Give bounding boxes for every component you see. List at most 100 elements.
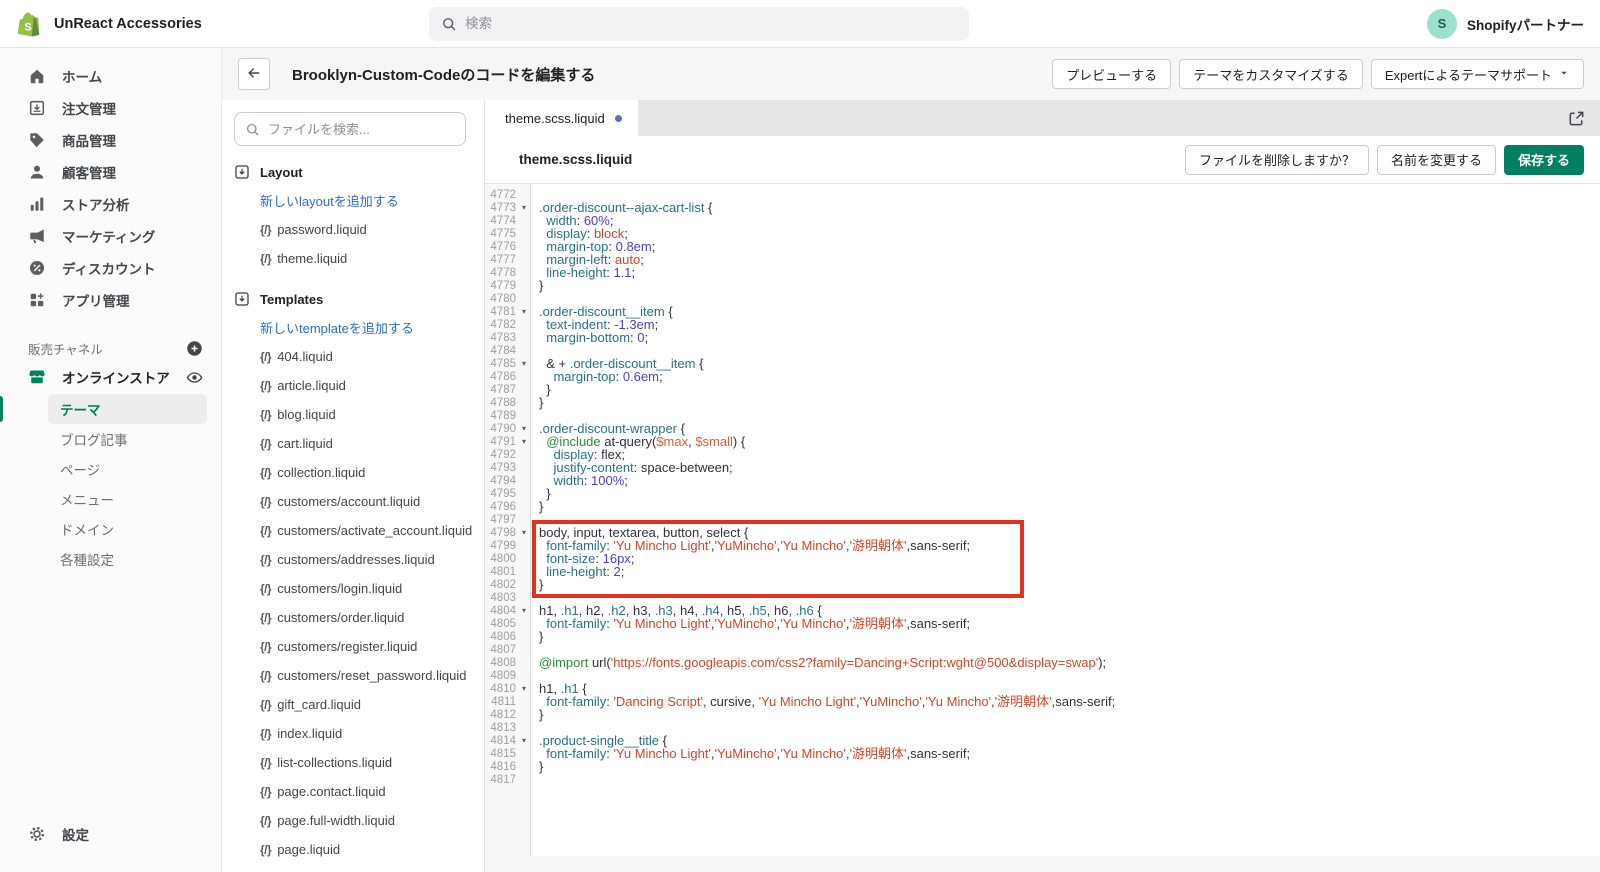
user-menu[interactable]: S Shopifyパートナー xyxy=(1427,9,1584,39)
file-search-input[interactable] xyxy=(268,122,455,137)
code-line[interactable]: } xyxy=(539,630,1600,643)
code-line[interactable]: font-family: 'Yu Mincho Light','YuMincho… xyxy=(539,617,1600,630)
file-item[interactable]: {/}blog.liquid xyxy=(260,400,484,429)
code-line[interactable] xyxy=(539,409,1600,422)
code-line[interactable] xyxy=(539,773,1600,786)
code-line[interactable]: font-family: 'Yu Mincho Light','YuMincho… xyxy=(539,539,1600,552)
file-item[interactable]: {/}customers/register.liquid xyxy=(260,632,484,661)
file-item[interactable]: {/}customers/reset_password.liquid xyxy=(260,661,484,690)
code-line[interactable] xyxy=(539,669,1600,682)
code-line[interactable]: @include at-query($max, $small) { xyxy=(539,435,1600,448)
file-item[interactable]: {/}customers/account.liquid xyxy=(260,487,484,516)
file-item[interactable]: {/}index.liquid xyxy=(260,719,484,748)
file-item[interactable]: {/}theme.liquid xyxy=(260,244,484,273)
fold-arrow[interactable]: ▾ xyxy=(518,437,530,446)
code-line[interactable]: font-family: 'Dancing Script', cursive, … xyxy=(539,695,1600,708)
file-item[interactable]: {/}page.contact.liquid xyxy=(260,777,484,806)
store-brand[interactable]: S UnReact Accessories xyxy=(16,10,429,38)
expert-support-button[interactable]: Expertによるテーマサポート xyxy=(1371,59,1584,89)
file-item[interactable]: {/}page.liquid xyxy=(260,835,484,864)
file-item[interactable]: {/}customers/activate_account.liquid xyxy=(260,516,484,545)
rename-file-button[interactable]: 名前を変更する xyxy=(1377,145,1496,175)
code-line[interactable]: @import url('https://fonts.googleapis.co… xyxy=(539,656,1600,669)
tab-theme-scss-liquid[interactable]: theme.scss.liquid xyxy=(485,100,638,136)
code-line[interactable]: } xyxy=(539,500,1600,513)
sidebar-item-discounts[interactable]: ディスカウント xyxy=(0,252,221,284)
sidebar-item-marketing[interactable]: マーケティング xyxy=(0,220,221,252)
online-store-subitem-3[interactable]: メニュー xyxy=(48,484,207,514)
file-item[interactable]: {/}gift_card.liquid xyxy=(260,690,484,719)
fold-arrow[interactable]: ▾ xyxy=(518,359,530,368)
sidebar-item-home[interactable]: ホーム xyxy=(0,60,221,92)
customize-theme-button[interactable]: テーマをカスタマイズする xyxy=(1179,59,1363,89)
fold-arrow[interactable]: ▾ xyxy=(518,203,530,212)
sidebar-item-customers[interactable]: 顧客管理 xyxy=(0,156,221,188)
sidebar-item-settings[interactable]: 設定 xyxy=(0,818,221,850)
file-item[interactable]: {/}collection.liquid xyxy=(260,458,484,487)
code-line[interactable]: margin-top: 0.8em; xyxy=(539,240,1600,253)
fold-arrow[interactable]: ▾ xyxy=(518,528,530,537)
code-line[interactable]: text-indent: -1.3em; xyxy=(539,318,1600,331)
file-item[interactable]: {/}page.full-width.liquid xyxy=(260,806,484,835)
code-line[interactable]: font-size: 16px; xyxy=(539,552,1600,565)
online-store-subitem-0[interactable]: テーマ xyxy=(48,394,207,424)
online-store-subitem-1[interactable]: ブログ記事 xyxy=(48,424,207,454)
expand-icon[interactable] xyxy=(1567,109,1586,128)
sidebar-item-apps[interactable]: アプリ管理 xyxy=(0,284,221,316)
sidebar-item-products[interactable]: 商品管理 xyxy=(0,124,221,156)
code-line[interactable]: margin-bottom: 0; xyxy=(539,331,1600,344)
fold-arrow[interactable]: ▾ xyxy=(518,684,530,693)
code-line[interactable]: } xyxy=(539,578,1600,591)
file-item[interactable]: {/}list-collections.liquid xyxy=(260,748,484,777)
code-line[interactable]: justify-content: space-between; xyxy=(539,461,1600,474)
code-line[interactable]: margin-top: 0.6em; xyxy=(539,370,1600,383)
code-content[interactable]: .order-discount--ajax-cart-list { width:… xyxy=(531,184,1600,856)
file-item[interactable]: {/}customers/order.liquid xyxy=(260,603,484,632)
code-line[interactable]: display: block; xyxy=(539,227,1600,240)
add-templates-link[interactable]: 新しいtemplateを追加する xyxy=(260,313,484,342)
code-line[interactable]: } xyxy=(539,396,1600,409)
tree-section-layout[interactable]: Layout xyxy=(234,158,484,186)
fold-arrow[interactable]: ▾ xyxy=(518,307,530,316)
code-line[interactable]: .order-discount__item { xyxy=(539,305,1600,318)
code-line[interactable]: font-family: 'Yu Mincho Light','YuMincho… xyxy=(539,747,1600,760)
file-search[interactable] xyxy=(234,112,466,146)
code-line[interactable]: } xyxy=(539,487,1600,500)
online-store-subitem-4[interactable]: ドメイン xyxy=(48,514,207,544)
code-line[interactable]: line-height: 2; xyxy=(539,565,1600,578)
code-line[interactable]: width: 60%; xyxy=(539,214,1600,227)
code-line[interactable]: } xyxy=(539,279,1600,292)
code-line[interactable] xyxy=(539,292,1600,305)
online-store-subitem-5[interactable]: 各種設定 xyxy=(48,544,207,574)
code-line[interactable]: } xyxy=(539,708,1600,721)
sidebar-item-orders[interactable]: 注文管理 xyxy=(0,92,221,124)
file-item[interactable]: {/}cart.liquid xyxy=(260,429,484,458)
eye-icon[interactable] xyxy=(186,369,203,386)
code-line[interactable]: margin-left: auto; xyxy=(539,253,1600,266)
back-button[interactable] xyxy=(238,58,270,90)
code-line[interactable]: } xyxy=(539,383,1600,396)
fold-arrow[interactable]: ▾ xyxy=(518,424,530,433)
save-button[interactable]: 保存する xyxy=(1504,145,1584,175)
code-line[interactable]: width: 100%; xyxy=(539,474,1600,487)
code-line[interactable] xyxy=(539,721,1600,734)
sidebar-item-online-store[interactable]: オンラインストア xyxy=(0,360,221,394)
delete-file-button[interactable]: ファイルを削除しますか？ xyxy=(1185,145,1369,175)
code-line[interactable]: & + .order-discount__item { xyxy=(539,357,1600,370)
file-item[interactable]: {/}404.liquid xyxy=(260,342,484,371)
code-line[interactable]: } xyxy=(539,760,1600,773)
code-line[interactable]: line-height: 1.1; xyxy=(539,266,1600,279)
tree-section-templates[interactable]: Templates xyxy=(234,285,484,313)
file-item[interactable]: {/}password.liquid xyxy=(260,215,484,244)
add-channel-icon[interactable] xyxy=(186,340,203,357)
online-store-subitem-2[interactable]: ページ xyxy=(48,454,207,484)
global-search[interactable] xyxy=(429,7,969,41)
file-item[interactable]: {/}customers/login.liquid xyxy=(260,574,484,603)
sidebar-item-analytics[interactable]: ストア分析 xyxy=(0,188,221,220)
file-item[interactable]: {/}customers/addresses.liquid xyxy=(260,545,484,574)
file-item[interactable]: {/}article.liquid xyxy=(260,371,484,400)
fold-arrow[interactable]: ▾ xyxy=(518,736,530,745)
code-line[interactable]: .order-discount--ajax-cart-list { xyxy=(539,201,1600,214)
fold-arrow[interactable]: ▾ xyxy=(518,606,530,615)
add-layout-link[interactable]: 新しいlayoutを追加する xyxy=(260,186,484,215)
